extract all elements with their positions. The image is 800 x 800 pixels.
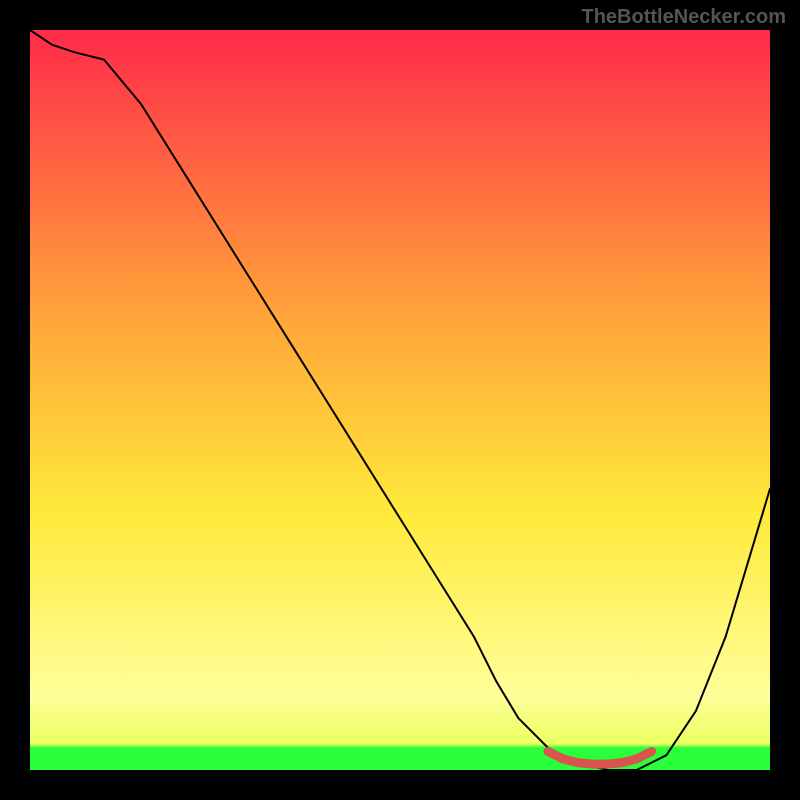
chart-svg — [30, 30, 770, 770]
chart-container: TheBottleNecker.com — [0, 0, 800, 800]
watermark-text: TheBottleNecker.com — [581, 6, 786, 29]
chart-background — [30, 30, 770, 770]
plot-area — [30, 30, 770, 770]
